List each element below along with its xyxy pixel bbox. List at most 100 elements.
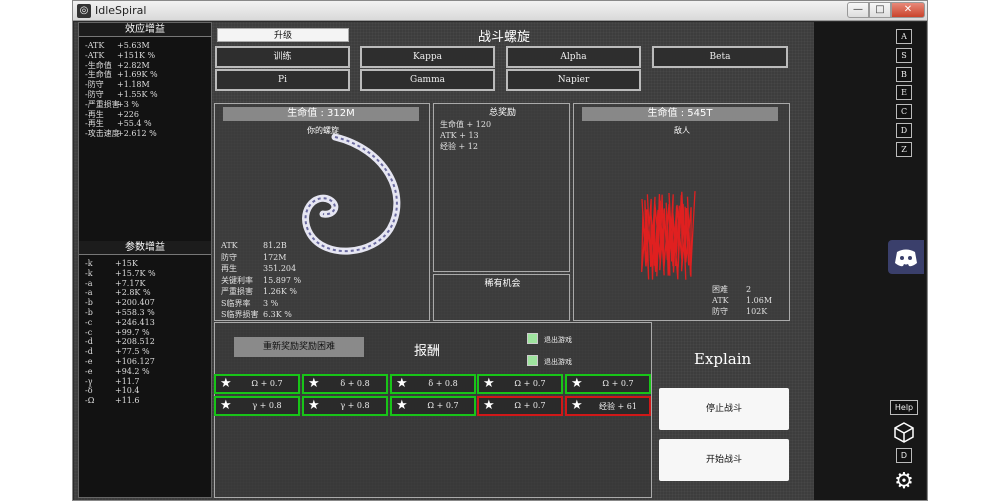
param-row-value: +94.2 % bbox=[115, 366, 150, 376]
param-row: -a +2.8K % bbox=[85, 288, 151, 298]
minimize-button[interactable]: — bbox=[847, 2, 869, 18]
enemy-panel: 生命值 : 545T 敌人 困难 2 ATK 1.06M 防守 102K bbox=[573, 103, 790, 321]
reward-cell-text: Ω + 0.7 bbox=[514, 379, 546, 388]
param-row-key: -a bbox=[85, 278, 93, 288]
total-reward-line: 经验 + 12 bbox=[440, 142, 478, 151]
reward-title: 报酬 bbox=[414, 344, 441, 359]
close-button[interactable]: ✕ bbox=[891, 2, 925, 18]
param-row: -a +7.17K bbox=[85, 279, 146, 289]
reward-cell-text: Ω + 0.7 bbox=[514, 401, 546, 410]
total-reward-panel: 总奖励 生命值 + 120 ATK + 13 经验 + 12 bbox=[433, 103, 570, 272]
player-stat-value: 15.897 % bbox=[263, 275, 302, 285]
help-button[interactable]: Help bbox=[890, 400, 918, 415]
reward-cell[interactable]: ★ Ω + 0.7 bbox=[214, 374, 300, 394]
discord-icon[interactable] bbox=[888, 240, 924, 274]
letter-button[interactable]: B bbox=[896, 66, 912, 82]
param-row: -b +558.3 % bbox=[85, 308, 155, 318]
cube-icon[interactable] bbox=[892, 420, 916, 444]
player-stat-value: 6.3K % bbox=[263, 310, 292, 319]
reward-cell-text: Ω + 0.7 bbox=[602, 379, 634, 388]
player-stat-key: 严重损害 bbox=[221, 287, 253, 296]
tab-gamma[interactable]: Gamma bbox=[360, 69, 495, 91]
reward-cell[interactable]: ★ Ω + 0.7 bbox=[565, 374, 651, 394]
reward-cell[interactable]: ★ Ω + 0.7 bbox=[477, 374, 563, 394]
letter-button[interactable]: E bbox=[896, 85, 912, 101]
game-area: 效应增益 -ATK +5.63M -ATK +151K % -生命值 +2.82M -生命值… bbox=[74, 22, 926, 500]
tab-beta[interactable]: Beta bbox=[652, 46, 788, 68]
param-row-key: -d bbox=[85, 347, 93, 357]
app-icon: ◎ bbox=[77, 4, 91, 18]
upgrade-tab[interactable]: 升级 bbox=[217, 28, 349, 42]
letter-button[interactable]: A bbox=[896, 29, 912, 44]
param-row: -k +15K bbox=[85, 259, 138, 269]
tab-napier[interactable]: Napier bbox=[506, 69, 641, 91]
effect-row-value: +2.612 % bbox=[117, 129, 157, 139]
param-row: -γ +11.7 bbox=[85, 377, 140, 387]
maximize-button[interactable]: □ bbox=[869, 2, 891, 18]
enemy-stat-value: 102K bbox=[746, 307, 768, 316]
tab-alpha[interactable]: Alpha bbox=[506, 46, 641, 68]
param-row-value: +106.127 bbox=[115, 357, 155, 366]
enemy-stat: 困难 2 bbox=[712, 284, 751, 295]
player-stat-key: 关键利率 bbox=[221, 275, 253, 285]
start-battle-button[interactable]: 开始战斗 bbox=[659, 439, 789, 481]
reward-cell[interactable]: ★ γ + 0.8 bbox=[214, 396, 300, 416]
effect-row: -防守 +1.18M bbox=[85, 80, 150, 90]
param-row-key: -e bbox=[85, 357, 93, 366]
quit-checkbox-2[interactable] bbox=[527, 355, 538, 366]
param-row-value: +11.6 bbox=[115, 396, 140, 406]
quit-checkbox-1[interactable] bbox=[527, 333, 538, 344]
effect-row-value: +55.4 % bbox=[117, 119, 152, 129]
effect-row-value: +2.82M bbox=[117, 60, 150, 70]
letter-button[interactable]: D bbox=[896, 123, 912, 138]
letter-button[interactable]: Z bbox=[896, 141, 912, 157]
reward-cell[interactable]: ★ 经验 + 61 bbox=[565, 396, 651, 416]
effect-row-key: -防守 bbox=[85, 80, 104, 90]
param-row-key: -γ bbox=[85, 376, 93, 386]
quit-checkbox-2-label: 退出游戏 bbox=[544, 358, 572, 366]
param-row-key: -a bbox=[85, 288, 93, 298]
tab-kappa[interactable]: Kappa bbox=[360, 46, 495, 68]
star-icon: ★ bbox=[220, 376, 232, 391]
reward-cell-text: γ + 0.8 bbox=[252, 401, 282, 410]
rare-chance-panel: 稀有机会 bbox=[433, 274, 570, 321]
effect-row: -生命值 +1.69K % bbox=[85, 70, 158, 80]
param-row-value: +15.7K % bbox=[115, 268, 156, 278]
effect-row: -严重损害+3 % bbox=[85, 100, 139, 110]
star-icon: ★ bbox=[396, 398, 408, 413]
player-stat: 关键利率 15.897 % bbox=[221, 275, 301, 286]
reward-cell[interactable]: ★ Ω + 0.7 bbox=[390, 396, 476, 416]
tab-pi[interactable]: Pi bbox=[215, 69, 350, 91]
effect-row: -ATK +5.63M bbox=[85, 41, 150, 51]
stats-panel: 效应增益 -ATK +5.63M -ATK +151K % -生命值 +2.82M -生命值… bbox=[78, 22, 212, 498]
star-icon: ★ bbox=[308, 398, 320, 413]
param-row-key: -k bbox=[85, 268, 93, 278]
rare-chance-title: 稀有机会 bbox=[484, 279, 521, 289]
tab-train[interactable]: 训练 bbox=[215, 46, 350, 68]
player-stat: S临界率 3 % bbox=[221, 298, 278, 309]
param-row-key: -b bbox=[85, 298, 93, 308]
reward-cell[interactable]: ★ Ω + 0.7 bbox=[477, 396, 563, 416]
reward-cell[interactable]: ★ δ + 0.8 bbox=[390, 374, 476, 394]
stop-battle-button[interactable]: 停止战斗 bbox=[659, 388, 789, 430]
d-button[interactable]: D bbox=[896, 448, 912, 463]
player-stat-value: 172M bbox=[263, 252, 287, 262]
param-row: -e +94.2 % bbox=[85, 367, 150, 377]
param-row-key: -b bbox=[85, 308, 93, 317]
letter-button[interactable]: S bbox=[896, 47, 912, 63]
gear-icon[interactable]: ⚙ bbox=[892, 470, 916, 494]
letter-button[interactable]: C bbox=[896, 104, 912, 120]
star-icon: ★ bbox=[483, 398, 495, 413]
reset-reward-button[interactable]: 重新奖励奖励困难 bbox=[234, 337, 364, 357]
reward-cell-text: Ω + 0.7 bbox=[251, 379, 283, 388]
reward-cell[interactable]: ★ δ + 0.8 bbox=[302, 374, 388, 394]
reward-cell[interactable]: ★ γ + 0.8 bbox=[302, 396, 388, 416]
enemy-stat: ATK 1.06M bbox=[712, 295, 772, 306]
params-header: 参数增益 bbox=[79, 241, 211, 255]
window-title: IdleSpiral bbox=[95, 4, 147, 17]
param-row-key: -Ω bbox=[85, 396, 95, 406]
effect-row: -再生 +55.4 % bbox=[85, 119, 152, 129]
param-row-value: +99.7 % bbox=[115, 327, 150, 337]
star-icon: ★ bbox=[308, 376, 320, 391]
effect-row-value: +5.63M bbox=[117, 41, 150, 50]
